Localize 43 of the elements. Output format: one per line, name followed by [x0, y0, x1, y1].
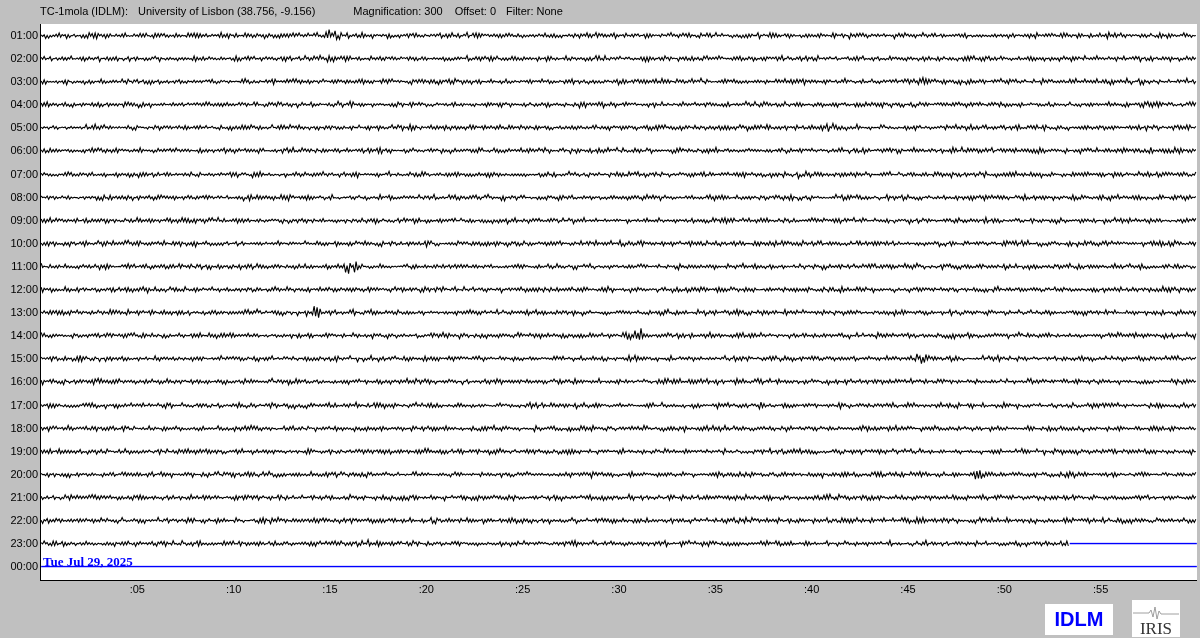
- time-label: 16:00: [9, 374, 39, 390]
- minute-tick-label: :30: [611, 583, 627, 595]
- time-label: 04:00: [9, 97, 39, 113]
- minute-tick-label: :35: [707, 583, 723, 595]
- network-logo: IDLM: [1045, 604, 1113, 635]
- time-label: 01:00: [9, 28, 39, 43]
- time-label: 22:00: [9, 512, 39, 528]
- time-label: 05:00: [9, 120, 39, 136]
- time-label: 18:00: [9, 420, 39, 436]
- time-label: 15:00: [9, 351, 39, 367]
- minute-tick-label: :55: [1093, 583, 1109, 595]
- time-label: 08:00: [9, 189, 39, 205]
- time-label: 12:00: [9, 282, 39, 298]
- time-label: 23:00: [9, 536, 39, 552]
- time-label: 20:00: [9, 466, 39, 482]
- time-label: 09:00: [9, 212, 39, 228]
- minute-tick-label: :10: [226, 583, 242, 595]
- minute-tick-label: :25: [515, 583, 531, 595]
- minute-tick-label: :20: [418, 583, 434, 595]
- time-label: 07:00: [9, 166, 39, 182]
- iris-logo: IRIS: [1132, 600, 1180, 637]
- minute-tick-label: :45: [900, 583, 916, 595]
- time-label: 00:00: [9, 559, 39, 575]
- minute-tick-label: :40: [804, 583, 820, 595]
- time-label: 10:00: [9, 235, 39, 251]
- location-label: University of Lisbon (38.756, -9.156): [138, 4, 316, 17]
- minute-tick-label: :50: [996, 583, 1012, 595]
- minute-tick-label: :15: [322, 583, 338, 595]
- time-label: 06:00: [9, 143, 39, 159]
- time-label: 11:00: [10, 258, 39, 274]
- offset-label: Offset: 0: [454, 4, 496, 17]
- time-label: 03:00: [9, 74, 39, 90]
- magnification-label: Magnification: 300: [353, 4, 443, 17]
- time-label: 17:00: [9, 397, 39, 413]
- time-label: 19:00: [9, 443, 39, 459]
- time-label: 21:00: [9, 489, 39, 505]
- time-label: 13:00: [9, 305, 39, 321]
- minute-tick-label: :05: [129, 583, 145, 595]
- time-label: 14:00: [9, 328, 39, 344]
- date-label: Tue Jul 29, 2025: [43, 554, 133, 570]
- filter-label: Filter: None: [506, 4, 563, 17]
- station-label: TC-1mola (IDLM):: [40, 4, 128, 17]
- time-label: 02:00: [9, 51, 39, 67]
